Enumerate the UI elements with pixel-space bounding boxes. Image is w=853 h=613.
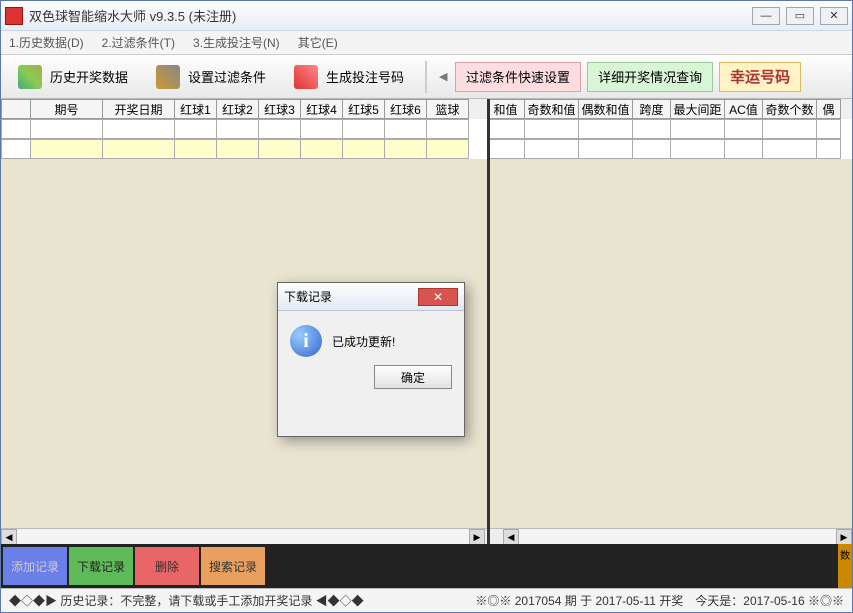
col-span[interactable]: 跨度	[633, 99, 671, 119]
quick-filter-label: 过滤条件快速设置	[466, 67, 570, 86]
col-red5[interactable]: 红球5	[343, 99, 385, 119]
gem-icon	[294, 65, 318, 89]
col-blue[interactable]: 篮球	[427, 99, 469, 119]
history-data-button[interactable]: 历史开奖数据	[7, 60, 139, 94]
col-red6[interactable]: 红球6	[385, 99, 427, 119]
quick-filter-button[interactable]: 过滤条件快速设置	[455, 62, 581, 92]
right-indicator[interactable]: 数	[838, 544, 852, 588]
detail-query-button[interactable]: 详细开奖情况查询	[587, 62, 713, 92]
col-even[interactable]: 偶	[817, 99, 841, 119]
col-red4[interactable]: 红球4	[301, 99, 343, 119]
dialog-title: 下载记录	[284, 288, 418, 305]
col-rowheader[interactable]	[1, 99, 31, 119]
col-red3[interactable]: 红球3	[259, 99, 301, 119]
delete-label: 删除	[155, 558, 179, 575]
minimize-button[interactable]: —	[752, 7, 780, 25]
search-record-button[interactable]: 搜索记录	[201, 547, 265, 585]
search-record-label: 搜索记录	[209, 558, 257, 575]
col-date[interactable]: 开奖日期	[103, 99, 175, 119]
titlebar: 双色球智能缩水大师 v9.3.5 (未注册) — ▭ ✕	[1, 1, 852, 31]
col-oddcount[interactable]: 奇数个数	[763, 99, 817, 119]
vertical-splitter[interactable]	[487, 99, 490, 544]
window-title: 双色球智能缩水大师 v9.3.5 (未注册)	[29, 6, 752, 25]
grid-row-2-selected[interactable]	[1, 139, 852, 159]
grid-row-1[interactable]	[1, 119, 852, 139]
tools-icon	[156, 65, 180, 89]
add-record-label: 添加记录	[11, 558, 59, 575]
dialog-message: 已成功更新!	[332, 333, 395, 350]
add-record-button[interactable]: 添加记录	[3, 547, 67, 585]
grid-header-row: 期号 开奖日期 红球1 红球2 红球3 红球4 红球5 红球6 篮球 和值 奇数…	[1, 99, 852, 119]
toolbar: 历史开奖数据 设置过滤条件 生成投注号码 ◀ 过滤条件快速设置 详细开奖情况查询…	[1, 55, 852, 99]
col-red1[interactable]: 红球1	[175, 99, 217, 119]
scroll-left-icon-2[interactable]: ◀	[503, 529, 519, 545]
col-issue[interactable]: 期号	[31, 99, 103, 119]
status-right: ※◎※ 2017054 期 于 2017-05-11 开奖 今天是：2017-0…	[475, 592, 844, 609]
lucky-number-label: 幸运号码	[730, 66, 790, 87]
app-icon	[5, 7, 23, 25]
menubar: 1.历史数据(D) 2.过滤条件(T) 3.生成投注号(N) 其它(E)	[1, 31, 852, 55]
scroll-right-icon-2[interactable]: ▶	[836, 529, 852, 545]
download-record-label: 下载记录	[77, 558, 125, 575]
dialog-titlebar[interactable]: 下载记录 ✕	[278, 283, 464, 311]
col-oddsum[interactable]: 奇数和值	[525, 99, 579, 119]
menu-generate[interactable]: 3.生成投注号(N)	[193, 34, 280, 51]
download-record-button[interactable]: 下载记录	[69, 547, 133, 585]
menu-other[interactable]: 其它(E)	[298, 34, 338, 51]
maximize-button[interactable]: ▭	[786, 7, 814, 25]
info-icon: i	[290, 325, 322, 357]
delete-button[interactable]: 删除	[135, 547, 199, 585]
scroll-left-button[interactable]: ◀	[437, 70, 449, 83]
dialog-ok-label: 确定	[401, 371, 425, 385]
set-filter-button[interactable]: 设置过滤条件	[145, 60, 277, 94]
col-sum[interactable]: 和值	[487, 99, 525, 119]
close-button[interactable]: ✕	[820, 7, 848, 25]
col-maxgap[interactable]: 最大间距	[671, 99, 725, 119]
history-data-label: 历史开奖数据	[50, 67, 128, 86]
set-filter-label: 设置过滤条件	[188, 67, 266, 86]
hscrollbar[interactable]: ◀ ▶ ◀ ▶	[1, 528, 852, 544]
bottom-toolbar: 添加记录 下载记录 删除 搜索记录 数	[1, 544, 852, 588]
generate-numbers-button[interactable]: 生成投注号码	[283, 60, 415, 94]
detail-query-label: 详细开奖情况查询	[598, 67, 702, 86]
statusbar: ◆◇◆▶ 历史记录：不完整，请下载或手工添加开奖记录 ◀◆◇◆ ※◎※ 2017…	[1, 588, 852, 612]
menu-history[interactable]: 1.历史数据(D)	[9, 34, 84, 51]
generate-numbers-label: 生成投注号码	[326, 67, 404, 86]
scroll-left-icon[interactable]: ◀	[1, 529, 17, 545]
lucky-number-button[interactable]: 幸运号码	[719, 62, 801, 92]
dialog-close-button[interactable]: ✕	[418, 288, 458, 306]
books-icon	[18, 65, 42, 89]
scroll-right-icon[interactable]: ▶	[469, 529, 485, 545]
col-evensum[interactable]: 偶数和值	[579, 99, 633, 119]
menu-filter[interactable]: 2.过滤条件(T)	[102, 34, 175, 51]
col-ac[interactable]: AC值	[725, 99, 763, 119]
status-left: ◆◇◆▶ 历史记录：不完整，请下载或手工添加开奖记录 ◀◆◇◆	[9, 592, 364, 609]
download-dialog: 下载记录 ✕ i 已成功更新! 确定	[277, 282, 465, 437]
col-red2[interactable]: 红球2	[217, 99, 259, 119]
dialog-ok-button[interactable]: 确定	[374, 365, 452, 389]
